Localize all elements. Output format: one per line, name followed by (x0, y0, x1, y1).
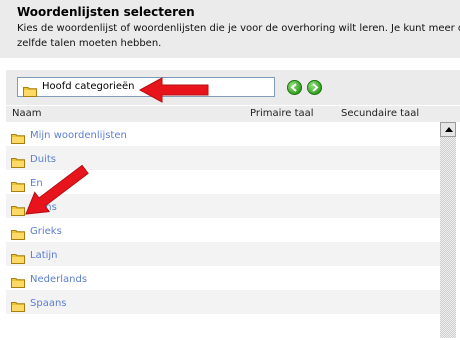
list-item[interactable]: Nederlands (6, 266, 440, 290)
category-label: Hoofd categorieën (42, 81, 135, 92)
list-item-label[interactable]: Grieks (30, 226, 62, 237)
previous-button[interactable] (287, 80, 302, 95)
list-item[interactable]: Latijn (6, 242, 440, 266)
list-item[interactable]: Spaans (6, 290, 440, 314)
next-button[interactable] (307, 80, 322, 95)
arrow-left-icon (290, 83, 297, 92)
page-title: Woordenlijsten selecteren (17, 5, 195, 19)
scroll-up-button[interactable] (440, 122, 456, 137)
list-item-label[interactable]: Latijn (30, 250, 58, 261)
page-header: Woordenlijsten selecteren Kies de woorde… (0, 0, 460, 58)
column-primary-language[interactable]: Primaire taal (250, 108, 314, 119)
column-name[interactable]: Naam (12, 108, 41, 119)
annotation-arrow-left-icon (138, 77, 209, 103)
list-item-label[interactable]: Nederlands (30, 274, 87, 285)
list-item[interactable]: Grieks (6, 218, 440, 242)
folder-icon (11, 297, 25, 316)
arrow-right-icon (312, 83, 319, 92)
wordlist-list: Mijn woordenlijsten Duits En Frans Griek… (6, 122, 440, 334)
annotation-arrow-down-left-icon (25, 164, 89, 215)
column-secondary-language[interactable]: Secundaire taal (341, 108, 419, 119)
column-header: Naam Primaire taal Secundaire taal (6, 106, 460, 122)
vertical-scrollbar[interactable] (440, 122, 456, 338)
list-item-label[interactable]: Spaans (30, 298, 67, 309)
list-item[interactable]: Mijn woordenlijsten (6, 122, 440, 146)
list-item-label[interactable]: Mijn woordenlijsten (30, 130, 127, 141)
instructions-line-1: Kies de woordenlijst of woordenlijsten d… (17, 23, 460, 34)
folder-icon (23, 82, 37, 101)
category-toolbar: Hoofd categorieën (6, 70, 460, 105)
instructions-line-2: zelfde talen moeten hebben. (17, 38, 162, 49)
